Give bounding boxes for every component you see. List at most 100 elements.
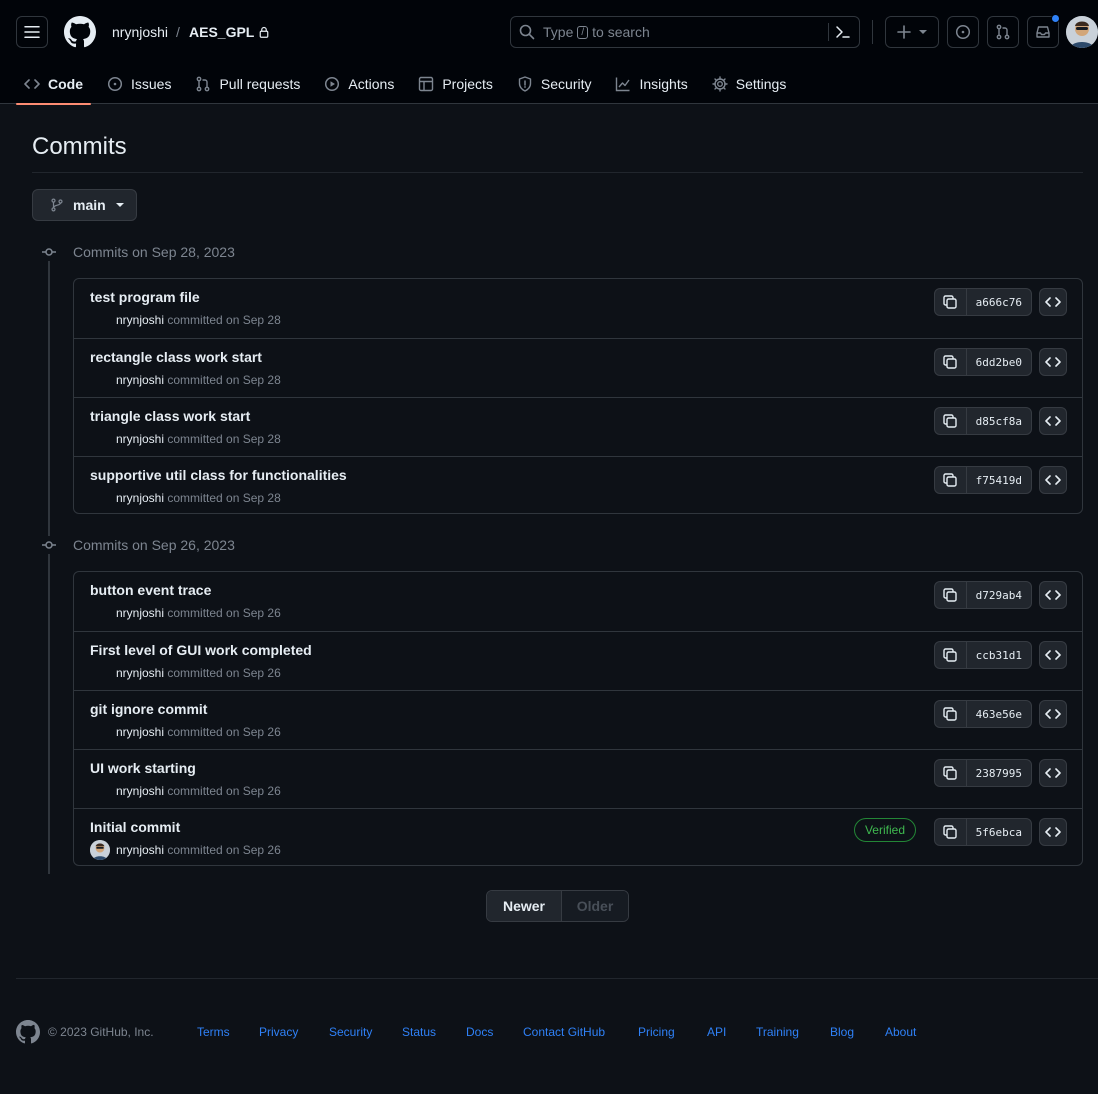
commit-date: committed on Sep 26 [167,843,281,857]
commit-author[interactable]: nrynjoshi [116,784,164,798]
footer-link-privacy[interactable]: Privacy [259,1025,298,1039]
footer-link-blog[interactable]: Blog [830,1025,854,1039]
browse-files-button[interactable] [1039,348,1067,376]
commit-sha-link[interactable]: d85cf8a [967,408,1031,434]
commit-message-link[interactable]: UI work starting [90,760,196,776]
commit-message-link[interactable]: Initial commit [90,819,180,835]
tab-insights[interactable]: Insights [607,64,695,104]
copy-sha-button[interactable] [935,349,967,375]
branch-selector-button[interactable]: main [32,189,137,221]
commit-author[interactable]: nrynjoshi [116,491,164,505]
github-logo-icon[interactable] [16,1020,40,1044]
commit-message-link[interactable]: First level of GUI work completed [90,642,312,658]
commit-message-link[interactable]: supportive util class for functionalitie… [90,467,347,483]
commit-date: committed on Sep 26 [167,784,281,798]
footer-link-training[interactable]: Training [756,1025,799,1039]
copy-sha-button[interactable] [935,819,967,845]
commit-sha-link[interactable]: 463e56e [967,701,1031,727]
browse-files-button[interactable] [1039,581,1067,609]
commit-message-link[interactable]: triangle class work start [90,408,250,424]
branch-name: main [73,197,106,213]
tab-projects[interactable]: Projects [410,64,501,104]
copy-sha-button[interactable] [935,582,967,608]
user-avatar[interactable] [1066,16,1098,48]
commit-date: committed on Sep 28 [167,432,281,446]
pull-requests-button[interactable] [987,16,1019,48]
copy-sha-button[interactable] [935,760,967,786]
issue-icon [107,76,123,92]
tab-issues[interactable]: Issues [99,64,179,104]
browse-files-button[interactable] [1039,759,1067,787]
browse-files-button[interactable] [1039,641,1067,669]
footer-link-about[interactable]: About [885,1025,916,1039]
browse-files-button[interactable] [1039,407,1067,435]
tab-settings[interactable]: Settings [704,64,795,104]
tab-label: Insights [639,76,688,92]
issues-button[interactable] [947,16,979,48]
commit-message-link[interactable]: button event trace [90,582,211,598]
commit-author[interactable]: nrynjoshi [116,432,164,446]
commit-author[interactable]: nrynjoshi [116,313,164,327]
footer-link-security[interactable]: Security [329,1025,372,1039]
menu-button[interactable] [16,16,48,48]
commit-message-link[interactable]: rectangle class work start [90,349,262,365]
tab-label: Issues [131,76,172,92]
older-button: Older [562,891,628,921]
footer-link-docs[interactable]: Docs [466,1025,493,1039]
commit-sha-link[interactable]: d729ab4 [967,582,1031,608]
command-palette-icon[interactable] [835,24,851,40]
browse-files-button[interactable] [1039,818,1067,846]
commit-list: button event trace nrynjoshi committed o… [73,571,1083,866]
breadcrumb-owner[interactable]: nrynjoshi [112,23,168,41]
commit-row: git ignore commit nrynjoshi committed on… [74,690,1082,749]
tab-actions[interactable]: Actions [316,64,402,104]
code-icon [1045,297,1061,307]
footer-link-terms[interactable]: Terms [197,1025,230,1039]
newer-button[interactable]: Newer [487,891,562,921]
tab-security[interactable]: Security [509,64,600,104]
footer-link-status[interactable]: Status [402,1025,436,1039]
search-input[interactable]: Type / to search [510,16,860,48]
author-avatar[interactable] [90,840,110,860]
copy-sha-button[interactable] [935,467,967,493]
copy-sha-button[interactable] [935,642,967,668]
tab-pull-requests[interactable]: Pull requests [187,64,308,104]
tab-label: Actions [348,76,395,92]
browse-files-button[interactable] [1039,700,1067,728]
pull-request-icon [197,76,210,92]
commit-sha-link[interactable]: 6dd2be0 [967,349,1031,375]
commit-sha-link[interactable]: 5f6ebca [967,819,1031,845]
commit-sha-link[interactable]: a666c76 [967,289,1031,315]
copy-sha-button[interactable] [935,408,967,434]
commit-author[interactable]: nrynjoshi [116,843,164,857]
copy-icon [943,707,957,721]
repo-name[interactable]: AES_GPL [189,23,254,41]
copy-icon [943,355,957,369]
footer-link-contact[interactable]: Contact GitHub [523,1025,605,1039]
commit-sha-link[interactable]: ccb31d1 [967,642,1031,668]
browse-files-button[interactable] [1039,288,1067,316]
copy-sha-button[interactable] [935,701,967,727]
commit-author[interactable]: nrynjoshi [116,666,164,680]
commit-row: triangle class work start nrynjoshi comm… [74,397,1082,456]
tab-code[interactable]: Code [16,64,91,105]
commit-sha-group: 2387995 [933,759,1032,787]
commit-author[interactable]: nrynjoshi [116,606,164,620]
copy-icon [943,825,957,839]
commit-date: committed on Sep 28 [167,313,281,327]
commit-sha-link[interactable]: 2387995 [967,760,1031,786]
footer-link-api[interactable]: API [707,1025,726,1039]
commit-message-link[interactable]: git ignore commit [90,701,207,717]
verified-badge[interactable]: Verified [853,818,916,842]
create-new-button[interactable] [885,16,939,48]
commit-sha-link[interactable]: f75419d [967,467,1031,493]
commit-author[interactable]: nrynjoshi [116,725,164,739]
commit-message-link[interactable]: test program file [90,289,200,305]
commit-author[interactable]: nrynjoshi [116,373,164,387]
breadcrumb-repo[interactable]: AES_GPL [189,23,270,41]
header-top-bar: nrynjoshi / AES_GPL Type / to search [0,0,1098,64]
browse-files-button[interactable] [1039,466,1067,494]
github-logo-icon[interactable] [64,16,96,48]
footer-link-pricing[interactable]: Pricing [638,1025,675,1039]
copy-sha-button[interactable] [935,289,967,315]
